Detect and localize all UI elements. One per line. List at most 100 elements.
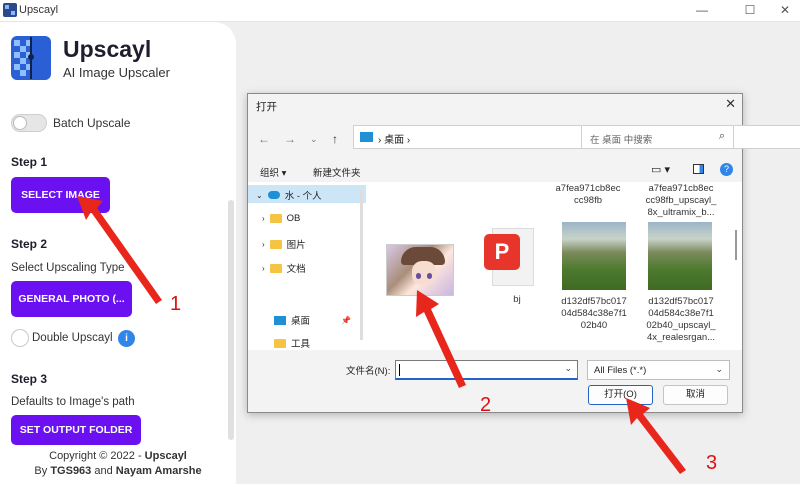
file-name-4[interactable]: d132df57bc017 04d584c38e7f1 02b40_upscayl_… bbox=[638, 296, 724, 344]
folder-icon bbox=[274, 338, 286, 348]
filename-input[interactable]: ⌄ bbox=[395, 360, 578, 380]
landscape-thumbnail-2[interactable] bbox=[648, 222, 712, 290]
authors-line: By TGS963 and Nayam Amarshe bbox=[0, 465, 236, 477]
address-location: 桌面 bbox=[384, 135, 405, 146]
annotation-number-2: 2 bbox=[480, 394, 492, 416]
window-title: Upscayl bbox=[19, 4, 59, 16]
desktop-icon bbox=[274, 315, 286, 325]
nav-label: 文档 bbox=[286, 264, 306, 275]
search-input[interactable]: 在 桌面 中搜索 ⌕ bbox=[581, 125, 734, 149]
pin-icon[interactable]: 📌 bbox=[341, 316, 351, 325]
nav-item-ob[interactable]: › OB bbox=[262, 213, 300, 224]
author-link-2[interactable]: Nayam Amarshe bbox=[116, 465, 202, 477]
expand-chevron-icon[interactable]: ⌄ bbox=[256, 191, 263, 200]
by-text: By bbox=[34, 465, 51, 477]
minimize-button[interactable]: — bbox=[693, 3, 711, 17]
up-arrow-icon[interactable]: ↑ bbox=[332, 132, 338, 146]
nav-item-desktop[interactable]: 桌面 📌 bbox=[274, 313, 351, 327]
filetype-value: All Files (*.*) bbox=[594, 365, 647, 376]
nav-label: 图片 bbox=[286, 240, 306, 251]
organize-menu[interactable]: 组织 ▾ bbox=[260, 165, 286, 179]
window-titlebar: Upscayl — ☐ ✕ bbox=[0, 0, 800, 22]
upscaling-type-button[interactable]: GENERAL PHOTO (... bbox=[11, 281, 132, 317]
file-name-3[interactable]: d132df57bc017 04d584c38e7f1 02b40 bbox=[552, 296, 636, 332]
nav-item-pictures[interactable]: › 图片 bbox=[262, 237, 306, 251]
nav-scrollbar[interactable] bbox=[360, 190, 363, 340]
double-upscayl-checkbox[interactable] bbox=[11, 329, 29, 347]
nav-label: OB bbox=[286, 213, 301, 224]
toggle-knob bbox=[13, 116, 27, 130]
step2-title: Step 2 bbox=[11, 237, 48, 251]
upscayl-logo bbox=[11, 36, 51, 80]
set-output-folder-button[interactable]: SET OUTPUT FOLDER bbox=[11, 415, 141, 445]
annotation-number-1: 1 bbox=[170, 293, 182, 315]
view-options-icon[interactable]: ▭ ▾ bbox=[651, 163, 670, 176]
forward-arrow-icon[interactable]: → bbox=[284, 132, 296, 146]
anime-eye bbox=[427, 273, 432, 279]
desktop-icon bbox=[360, 132, 373, 142]
navigation-pane: ⌄ 水 - 个人 › OB › 图片 › 文档 桌面 📌 工具 bbox=[248, 182, 366, 350]
app-subtitle: AI Image Upscaler bbox=[63, 65, 170, 80]
step3-title: Step 3 bbox=[11, 372, 48, 386]
collapse-chevron-icon[interactable]: › bbox=[262, 214, 265, 223]
help-icon[interactable]: ? bbox=[720, 163, 733, 176]
pdf-file[interactable]: P bbox=[484, 228, 542, 290]
pdf-icon: P bbox=[484, 234, 520, 270]
text-caret bbox=[399, 364, 400, 376]
file-scrollbar[interactable] bbox=[735, 230, 737, 260]
open-file-dialog: 打开 ✕ ← → ⌄ ↑ › 桌面 › ⌄ ↻ 在 桌面 中搜索 ⌕ 组织 ▾ … bbox=[247, 93, 800, 413]
nav-label: 水 - 个人 bbox=[284, 191, 322, 202]
nav-item-documents[interactable]: › 文档 bbox=[262, 261, 306, 275]
copyright-line: Copyright © 2022 - Upscayl bbox=[0, 450, 236, 462]
pdf-file-name[interactable]: bj bbox=[497, 294, 537, 306]
info-icon[interactable]: i bbox=[118, 330, 135, 347]
double-upscayl-label: Double Upscayl bbox=[32, 332, 113, 344]
collapse-chevron-icon[interactable]: › bbox=[262, 240, 265, 249]
preview-pane-icon[interactable] bbox=[693, 164, 704, 174]
sidebar-scrollbar[interactable] bbox=[228, 200, 234, 440]
filetype-select[interactable]: All Files (*.*) ⌄ bbox=[587, 360, 730, 380]
step3-hint: Defaults to Image's path bbox=[11, 396, 135, 408]
anime-eye bbox=[416, 273, 421, 279]
app-icon bbox=[3, 3, 17, 17]
landscape-thumbnail-1[interactable] bbox=[562, 222, 626, 290]
address-text: › 桌面 › bbox=[378, 135, 411, 146]
nav-item-tools[interactable]: 工具 bbox=[274, 336, 310, 350]
filetype-dropdown-icon: ⌄ bbox=[715, 364, 723, 374]
dialog-close-icon[interactable]: ✕ bbox=[725, 96, 736, 112]
nav-label: 桌面 bbox=[291, 316, 311, 327]
cancel-button[interactable]: 取消 bbox=[663, 385, 728, 405]
nav-label: 工具 bbox=[291, 339, 311, 350]
step1-title: Step 1 bbox=[11, 155, 48, 169]
file-name-1[interactable]: a7fea971cb8ec cc98fb bbox=[548, 183, 628, 207]
back-arrow-icon[interactable]: ← bbox=[258, 132, 270, 146]
folder-icon bbox=[269, 214, 282, 223]
annotation-number-3: 3 bbox=[706, 452, 718, 474]
author-link-1[interactable]: TGS963 bbox=[50, 465, 91, 477]
open-button[interactable]: 打开(O) bbox=[588, 385, 653, 405]
dialog-title: 打开 bbox=[256, 101, 277, 113]
batch-upscale-toggle[interactable] bbox=[11, 114, 47, 132]
batch-upscale-label: Batch Upscale bbox=[53, 116, 131, 130]
new-folder-button[interactable]: 新建文件夹 bbox=[313, 165, 361, 179]
search-icon: ⌕ bbox=[718, 130, 725, 142]
nav-item-onedrive[interactable]: ⌄ 水 - 个人 bbox=[256, 188, 322, 203]
file-name-2[interactable]: a7fea971cb8ec cc98fb_upscayl_ 8x_ultramix_… bbox=[638, 183, 724, 219]
anime-image-thumbnail[interactable] bbox=[386, 244, 454, 296]
folder-icon bbox=[269, 239, 282, 249]
search-placeholder: 在 桌面 中搜索 bbox=[590, 135, 653, 146]
maximize-button[interactable]: ☐ bbox=[741, 3, 759, 17]
select-image-button[interactable]: SELECT IMAGE bbox=[11, 177, 110, 213]
copyright-brand: Upscayl bbox=[144, 450, 187, 462]
recent-chevron-icon[interactable]: ⌄ bbox=[310, 134, 318, 145]
cloud-icon bbox=[267, 191, 280, 199]
folder-icon bbox=[269, 263, 282, 273]
collapse-chevron-icon[interactable]: › bbox=[262, 264, 265, 273]
close-button[interactable]: ✕ bbox=[776, 3, 794, 17]
file-list: a7fea971cb8ec cc98fb a7fea971cb8ec cc98fb_… bbox=[366, 182, 742, 350]
and-text: and bbox=[91, 465, 116, 477]
step2-hint: Select Upscaling Type bbox=[11, 262, 125, 274]
app-name: Upscayl bbox=[63, 36, 152, 62]
filename-label: 文件名(N): bbox=[346, 366, 391, 377]
filename-dropdown-icon[interactable]: ⌄ bbox=[564, 363, 572, 374]
